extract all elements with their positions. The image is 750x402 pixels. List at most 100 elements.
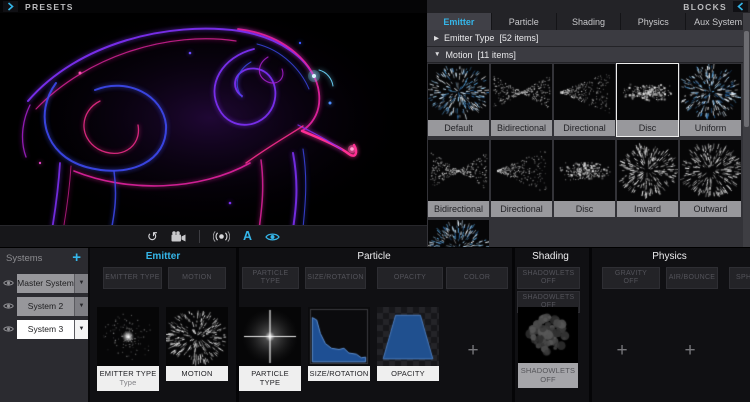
presets-expand-button[interactable] (3, 1, 18, 12)
eye-icon (3, 325, 14, 333)
block-particle-type[interactable]: PARTICLE TYPE (239, 307, 301, 391)
system-visibility-button[interactable] (2, 279, 14, 287)
motion-thumbnail (428, 140, 489, 201)
motion-thumbnail (554, 64, 615, 120)
ghost-slot-shadowlets-1[interactable]: SHADOWLETSOFF (517, 267, 580, 289)
flow-column-emitter: Emitter (90, 251, 236, 262)
dropdown-arrow-icon[interactable]: ▼ (74, 274, 88, 293)
systems-title: Systems (6, 253, 42, 264)
motion-item-directional-1[interactable]: Directional (554, 64, 615, 136)
motion-thumbnail (554, 140, 615, 201)
tab-particle[interactable]: Particle (492, 13, 557, 30)
eye-icon (3, 279, 14, 287)
section-emitter-type[interactable]: ▶ Emitter Type [52 items] (427, 30, 750, 47)
motion-item-label: Directional (554, 120, 615, 136)
motion-item-label: Disc (554, 201, 615, 217)
motion-item-default[interactable]: Default (428, 64, 489, 136)
ghost-slot-color[interactable]: COLOR (446, 267, 508, 289)
dropdown-arrow-icon[interactable]: ▼ (74, 297, 88, 316)
tab-physics[interactable]: Physics (621, 13, 686, 30)
ghost-slot-particle-type[interactable]: PARTICLE TYPE (242, 267, 299, 289)
ghost-slot-emitter-type[interactable]: EMITTER TYPE (103, 267, 162, 289)
motion-item-disc-2[interactable]: Disc (554, 140, 615, 217)
scrollbar-thumb[interactable] (744, 31, 749, 127)
viewport-toolbar: ↺ A (0, 225, 427, 247)
expanded-arrow-icon: ▼ (434, 51, 440, 58)
system-visibility-button[interactable] (2, 302, 14, 310)
dropdown-arrow-icon[interactable]: ▼ (74, 320, 88, 339)
system-select-2[interactable]: System 2 ▼ (17, 297, 88, 316)
system-visibility-button[interactable] (2, 325, 14, 333)
motion-item-inward[interactable]: Inward (617, 140, 678, 217)
add-system-button[interactable]: + (72, 250, 81, 265)
block-opacity[interactable]: OPACITY (377, 307, 439, 381)
letter-a-icon: A (243, 230, 252, 243)
section-label: Emitter Type [52 items] (444, 33, 538, 43)
eye-icon (3, 302, 14, 310)
blocks-collapse-button[interactable] (733, 1, 748, 12)
motion-item-label: Inward (617, 201, 678, 217)
motion-thumbnail (680, 140, 741, 201)
flow-column-physics: Physics (589, 251, 750, 262)
blocks-scrollbar[interactable] (743, 13, 750, 247)
motion-item-disc-1-selected[interactable]: Disc (617, 64, 678, 136)
add-block-button-particle[interactable]: + (463, 341, 483, 360)
block-sublabel: Type (98, 378, 158, 387)
particle-elephant-preview (0, 13, 427, 225)
block-flow-area: Emitter Particle Shading Physics EMITTER… (90, 248, 750, 402)
block-shadowlets[interactable]: SHADOWLETSOFF (518, 307, 578, 388)
block-label: EMITTER TYPE (98, 369, 158, 378)
toolbar-separator (199, 230, 200, 243)
ghost-slot-air-bounce[interactable]: AIR/BOUNCE (666, 267, 718, 289)
particle-designer-app: PRESETS BLOCKS (0, 0, 750, 402)
system-name: Master System (17, 274, 74, 293)
system-select-3[interactable]: System 3 ▼ (17, 320, 88, 339)
block-thumbnail (166, 307, 228, 366)
block-thumbnail (377, 307, 439, 366)
system-row-2: System 2 ▼ (2, 296, 88, 316)
block-size-rotation[interactable]: SIZE/ROTATION (308, 307, 370, 381)
blocks-header-bar: BLOCKS (427, 0, 750, 13)
block-thumbnail (97, 307, 159, 366)
tab-emitter[interactable]: Emitter (427, 13, 492, 30)
collapsed-arrow-icon: ▶ (434, 34, 439, 42)
motion-item-outward[interactable]: Outward (680, 140, 741, 217)
system-select-master[interactable]: Master System ▼ (17, 274, 88, 293)
preview-viewport[interactable] (0, 13, 427, 225)
motion-thumbnail (428, 64, 489, 120)
blocks-label: BLOCKS (683, 2, 727, 12)
tab-aux-system[interactable]: Aux System (686, 13, 750, 30)
ghost-slot-sph[interactable]: SPH (729, 267, 750, 289)
block-emitter-type[interactable]: EMITTER TYPEType (97, 307, 159, 391)
reset-button[interactable]: ↺ (147, 229, 158, 245)
letter-a-toggle-button[interactable]: A (243, 229, 252, 245)
tab-shading[interactable]: Shading (557, 13, 622, 30)
column-divider (589, 248, 592, 402)
motion-item-bidirectional-2[interactable]: Bidirectional (428, 140, 489, 217)
motion-item-partial[interactable] (428, 220, 489, 247)
add-block-button-physics-1[interactable]: + (612, 341, 632, 360)
block-sublabel: OFF (519, 375, 577, 384)
motion-item-label: Directional (491, 201, 552, 217)
presets-header-bar: PRESETS (0, 0, 427, 13)
system-name: System 3 (17, 320, 74, 339)
block-thumbnail (308, 307, 370, 366)
ghost-slot-gravity[interactable]: GRAVITYOFF (602, 267, 660, 289)
motion-item-directional-2[interactable]: Directional (491, 140, 552, 217)
block-motion[interactable]: MOTION (166, 307, 228, 381)
system-name: System 2 (17, 297, 74, 316)
motion-blur-button[interactable] (213, 229, 230, 245)
ghost-slot-opacity[interactable]: OPACITY (377, 267, 443, 289)
add-block-button-physics-2[interactable]: + (680, 341, 700, 360)
camera-button[interactable] (171, 229, 186, 245)
ghost-slot-motion[interactable]: MOTION (168, 267, 226, 289)
motion-item-uniform[interactable]: Uniform (680, 64, 741, 136)
block-thumbnail (518, 307, 578, 363)
flow-column-shading: Shading (512, 251, 589, 262)
section-motion[interactable]: ▼ Motion [11 items] (427, 47, 750, 63)
chevron-left-icon (737, 2, 744, 11)
motion-item-bidirectional-1[interactable]: Bidirectional (491, 64, 552, 136)
visibility-toggle-button[interactable] (265, 229, 280, 245)
motion-item-label: Uniform (680, 120, 741, 136)
ghost-slot-size-rotation[interactable]: SIZE/ROTATION (305, 267, 366, 289)
